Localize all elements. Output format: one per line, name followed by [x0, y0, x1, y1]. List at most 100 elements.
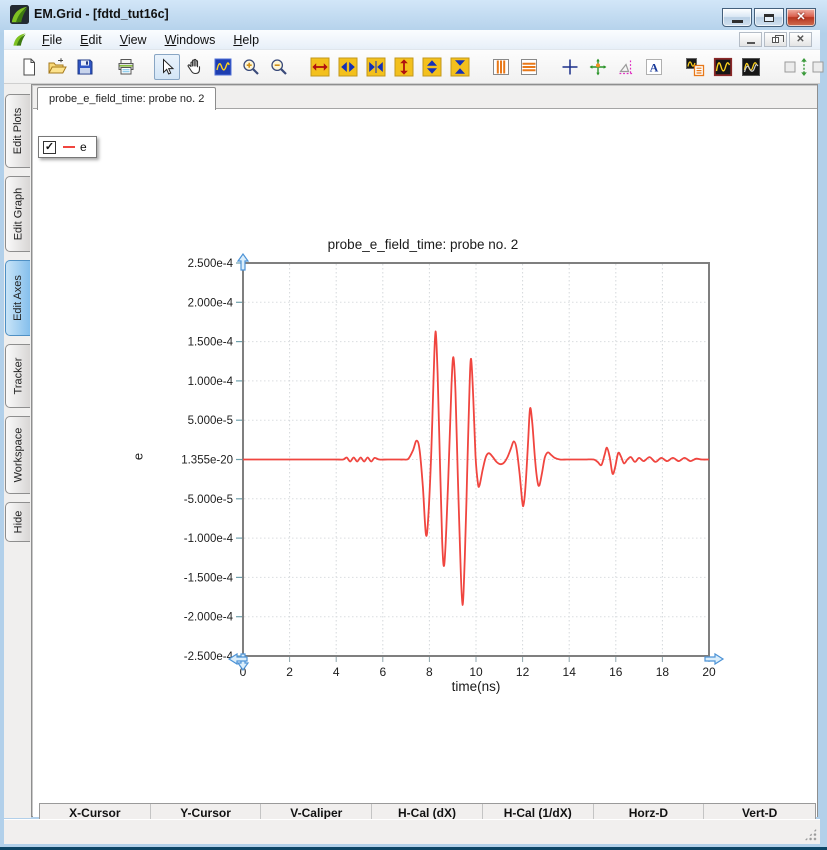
legend-label: e: [80, 140, 87, 154]
sidebar-tab-label: Tracker: [12, 357, 24, 395]
menu-windows[interactable]: Windows: [156, 31, 225, 49]
mdi-restore-icon: [772, 34, 784, 43]
mdi-close-icon: ✕: [796, 33, 805, 45]
toolbar-group: [154, 53, 294, 80]
minimize-icon: [731, 19, 743, 23]
mdi-minimize-icon: [746, 42, 755, 44]
toolbar-group: [16, 54, 100, 80]
x-tick-label: 18: [656, 665, 670, 679]
document-tabbar: probe_e_field_time: probe no. 2: [33, 86, 817, 110]
print-button[interactable]: [113, 54, 139, 80]
x-tick-label: 12: [516, 665, 530, 679]
y-tick-label: -1.500e-4: [184, 572, 234, 584]
sidebar-tab-label: Edit Graph: [12, 187, 24, 241]
sidebar-tab-label: Edit Plots: [12, 107, 24, 155]
resize-grip[interactable]: [804, 828, 817, 841]
svg-text:A: A: [650, 60, 659, 74]
zoom-out-button[interactable]: [266, 54, 292, 80]
sidebar-tab-edit-graph[interactable]: Edit Graph: [5, 176, 30, 252]
menu-file[interactable]: File: [33, 31, 71, 49]
y-tick-label: 2.000e-4: [188, 297, 234, 309]
plot-canvas[interactable]: ✓ e probe_e_field_time: probe no. 2 e 2.…: [33, 109, 817, 840]
x-tick-label: 4: [333, 665, 340, 679]
open-file-icon: [47, 57, 67, 77]
y-tick-label: -1.000e-4: [184, 533, 234, 545]
plot-figure[interactable]: 2.500e-4 2.000e-4 1.500e-4 1.000e-4 5.000e-5…: [122, 230, 762, 715]
fit-horizontal-button[interactable]: [307, 54, 333, 80]
mdi-minimize-button[interactable]: [739, 32, 762, 47]
expand-vertical-button[interactable]: [419, 54, 445, 80]
plot-single-button[interactable]: [710, 54, 736, 80]
x-tick-label: 2: [286, 665, 293, 679]
sidebar-tab-label: Edit Axes: [12, 275, 25, 321]
sidebar-tab-label: Workspace: [12, 427, 25, 483]
plot-report-button[interactable]: [682, 54, 708, 80]
y-tick-label: -2.500e-4: [184, 651, 234, 663]
sidebar-tab-workspace[interactable]: Workspace: [5, 416, 30, 494]
window-minimize-button[interactable]: [722, 8, 752, 27]
pan-hand-button[interactable]: [182, 54, 208, 80]
zoom-in-icon: [241, 57, 261, 77]
vertical-gridlines-icon: [491, 57, 511, 77]
mdi-close-button[interactable]: ✕: [789, 32, 812, 47]
menu-view[interactable]: View: [111, 31, 156, 49]
open-file-button[interactable]: [44, 54, 70, 80]
select-cursor-button[interactable]: [154, 53, 180, 80]
align-vertical-button[interactable]: [779, 54, 827, 80]
fit-vertical-button[interactable]: [391, 54, 417, 80]
y-tick-label: 2.500e-4: [188, 258, 234, 270]
x-tick-label: 16: [609, 665, 623, 679]
text-annotation-button[interactable]: A: [641, 54, 667, 80]
tracker-button[interactable]: [585, 54, 611, 80]
new-file-button[interactable]: [16, 54, 42, 80]
x-tick-label: 6: [379, 665, 386, 679]
toolbar: A: [4, 50, 824, 84]
legend-line-sample: [63, 145, 75, 149]
window-close-button[interactable]: ✕: [786, 8, 816, 27]
expand-vertical-icon: [422, 57, 442, 77]
app-window: EM.Grid - [fdtd_tut16c] ✕ File Edit View Wi…: [0, 0, 827, 850]
window-maximize-button[interactable]: [754, 8, 784, 27]
compress-horizontal-button[interactable]: [363, 54, 389, 80]
y-tick-label: 1.500e-4: [188, 337, 234, 349]
toolbar-group: [113, 54, 141, 80]
save-file-button[interactable]: [72, 54, 98, 80]
sidebar-tab-tracker[interactable]: Tracker: [5, 344, 30, 408]
sidebar-tab-edit-plots[interactable]: Edit Plots: [5, 94, 30, 168]
compress-vertical-button[interactable]: [447, 54, 473, 80]
menu-edit[interactable]: Edit: [71, 31, 111, 49]
mdi-restore-button[interactable]: [764, 32, 787, 47]
pan-hand-icon: [185, 57, 205, 77]
zoom-in-button[interactable]: [238, 54, 264, 80]
menu-help[interactable]: Help: [224, 31, 268, 49]
zoom-plot-button[interactable]: [210, 54, 236, 80]
expand-horizontal-icon: [338, 57, 358, 77]
y-tick-label: -2.000e-4: [184, 612, 234, 624]
vertical-gridlines-button[interactable]: [488, 54, 514, 80]
select-cursor-icon: [157, 57, 177, 77]
crosshair-button[interactable]: [557, 54, 583, 80]
sidebar-tab-hide[interactable]: Hide: [5, 502, 30, 542]
y-tick-label: -5.000e-5: [184, 494, 233, 506]
document-tab[interactable]: probe_e_field_time: probe no. 2: [37, 87, 217, 110]
align-vertical-icon: [782, 57, 826, 77]
expand-horizontal-button[interactable]: [335, 54, 361, 80]
legend-checkbox[interactable]: ✓: [43, 140, 56, 154]
mdi-window-controls: ✕: [737, 32, 812, 47]
fit-vertical-icon: [394, 57, 414, 77]
zoom-out-icon: [269, 57, 289, 77]
plot-overlay-button[interactable]: [738, 54, 764, 80]
x-tick-label: 10: [469, 665, 483, 679]
caliper-icon: [616, 57, 636, 77]
maximize-icon: [764, 13, 774, 22]
statusbar: [4, 819, 820, 844]
horizontal-gridlines-button[interactable]: [516, 54, 542, 80]
caliper-button[interactable]: [613, 54, 639, 80]
plot-overlay-icon: [741, 57, 761, 77]
print-icon: [116, 57, 136, 77]
sidebar-tab-edit-axes[interactable]: Edit Axes: [5, 260, 30, 336]
x-tick-label: 8: [426, 665, 433, 679]
titlebar: EM.Grid - [fdtd_tut16c] ✕: [0, 0, 827, 30]
toolbar-group: A: [557, 54, 669, 80]
close-icon: ✕: [796, 11, 806, 23]
